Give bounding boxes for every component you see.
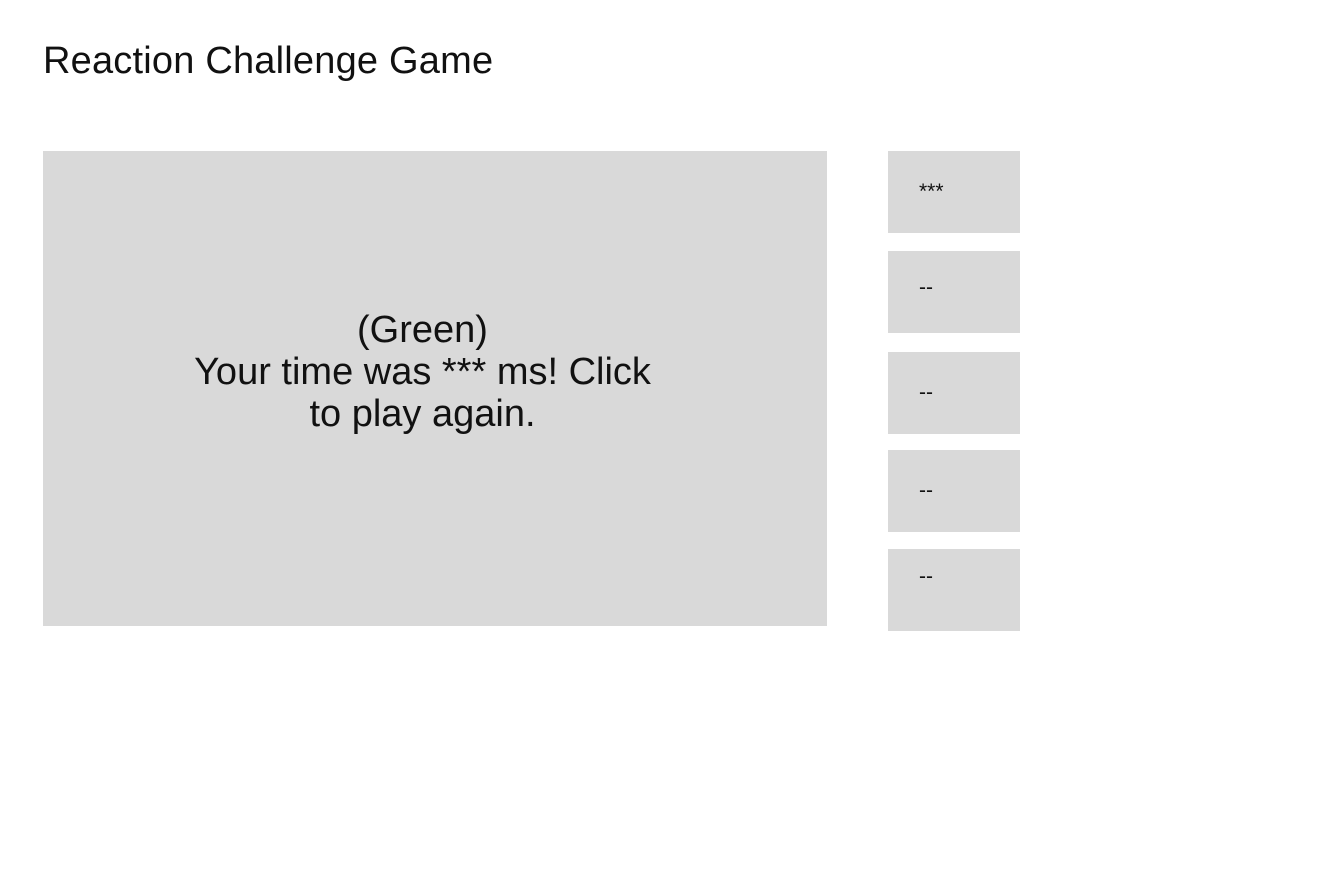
score-slot-5: -- [888, 549, 1020, 631]
score-slot-4: -- [888, 450, 1020, 532]
page-title: Reaction Challenge Game [43, 40, 494, 82]
score-slot-3-value: -- [919, 381, 933, 404]
score-slot-4-value: -- [919, 479, 933, 502]
reaction-game-area[interactable] [43, 151, 827, 626]
score-slot-1: *** [888, 151, 1020, 233]
score-list: *** -- -- -- -- [888, 0, 1020, 873]
score-slot-3: -- [888, 352, 1020, 434]
score-slot-1-value: *** [919, 180, 944, 203]
score-slot-2: -- [888, 251, 1020, 333]
score-slot-5-value: -- [919, 565, 933, 588]
score-slot-2-value: -- [919, 276, 933, 299]
